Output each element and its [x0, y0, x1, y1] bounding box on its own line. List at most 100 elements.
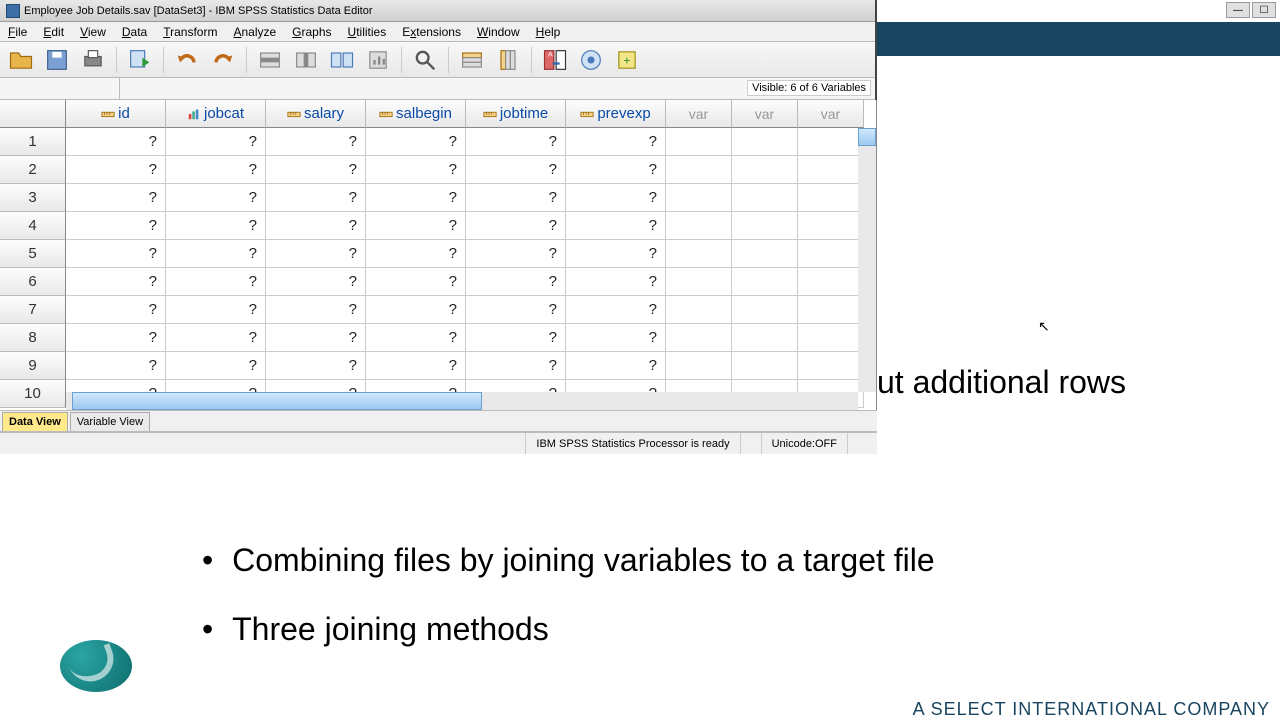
data-cell[interactable] [732, 128, 798, 156]
data-cell[interactable] [732, 184, 798, 212]
data-cell[interactable]: ? [466, 324, 566, 352]
column-header-empty[interactable]: var [732, 100, 798, 128]
data-cell[interactable]: ? [266, 324, 366, 352]
data-cell[interactable] [732, 156, 798, 184]
row-header[interactable]: 2 [0, 156, 66, 184]
row-header[interactable]: 7 [0, 296, 66, 324]
print-button[interactable] [78, 45, 108, 75]
data-cell[interactable]: ? [66, 296, 166, 324]
data-cell[interactable] [798, 184, 864, 212]
data-cell[interactable]: ? [566, 156, 666, 184]
data-cell[interactable]: ? [466, 268, 566, 296]
insert-cases-button[interactable] [457, 45, 487, 75]
column-header-id[interactable]: id [66, 100, 166, 128]
insert-variable-button[interactable] [493, 45, 523, 75]
find-button[interactable] [410, 45, 440, 75]
data-cell[interactable]: ? [566, 128, 666, 156]
data-cell[interactable]: ? [366, 184, 466, 212]
menu-graphs[interactable]: Graphs [284, 23, 339, 41]
data-cell[interactable]: ? [566, 240, 666, 268]
menu-utilities[interactable]: Utilities [340, 23, 395, 41]
data-cell[interactable]: ? [566, 268, 666, 296]
data-cell[interactable] [732, 324, 798, 352]
minimize-button[interactable]: — [1226, 2, 1250, 18]
data-cell[interactable] [666, 268, 732, 296]
split-file-button[interactable]: A [540, 45, 570, 75]
run-descriptives-button[interactable] [363, 45, 393, 75]
maximize-button[interactable]: ☐ [1252, 2, 1276, 18]
data-cell[interactable] [798, 324, 864, 352]
data-cell[interactable]: ? [366, 212, 466, 240]
data-cell[interactable]: ? [466, 296, 566, 324]
column-header-salary[interactable]: salary [266, 100, 366, 128]
data-cell[interactable] [666, 128, 732, 156]
data-cell[interactable]: ? [366, 296, 466, 324]
column-header-jobcat[interactable]: jobcat [166, 100, 266, 128]
redo-button[interactable] [208, 45, 238, 75]
data-cell[interactable]: ? [366, 268, 466, 296]
data-cell[interactable]: ? [66, 128, 166, 156]
column-header-empty[interactable]: var [798, 100, 864, 128]
menu-transform[interactable]: Transform [155, 23, 225, 41]
data-cell[interactable] [732, 240, 798, 268]
data-cell[interactable] [666, 212, 732, 240]
menu-file[interactable]: File [0, 23, 35, 41]
column-header-prevexp[interactable]: prevexp [566, 100, 666, 128]
data-cell[interactable]: ? [366, 156, 466, 184]
data-cell[interactable]: ? [66, 324, 166, 352]
data-cell[interactable]: ? [566, 212, 666, 240]
vertical-scroll-thumb[interactable] [858, 128, 876, 146]
variables-button[interactable] [327, 45, 357, 75]
select-cases-button[interactable]: + [612, 45, 642, 75]
data-cell[interactable]: ? [266, 268, 366, 296]
menu-data[interactable]: Data [114, 23, 155, 41]
data-cell[interactable] [798, 268, 864, 296]
data-cell[interactable]: ? [366, 240, 466, 268]
data-cell[interactable]: ? [266, 240, 366, 268]
data-cell[interactable]: ? [366, 324, 466, 352]
open-file-button[interactable] [6, 45, 36, 75]
data-cell[interactable]: ? [166, 128, 266, 156]
menu-view[interactable]: View [72, 23, 114, 41]
row-header[interactable]: 3 [0, 184, 66, 212]
data-cell[interactable]: ? [66, 268, 166, 296]
data-cell[interactable] [666, 240, 732, 268]
undo-button[interactable] [172, 45, 202, 75]
data-cell[interactable]: ? [66, 156, 166, 184]
save-button[interactable] [42, 45, 72, 75]
data-cell[interactable]: ? [166, 240, 266, 268]
data-cell[interactable]: ? [66, 212, 166, 240]
data-cell[interactable]: ? [266, 296, 366, 324]
data-cell[interactable]: ? [466, 184, 566, 212]
weight-cases-button[interactable] [576, 45, 606, 75]
data-cell[interactable]: ? [266, 212, 366, 240]
data-cell[interactable]: ? [566, 184, 666, 212]
recall-dialog-button[interactable] [125, 45, 155, 75]
data-cell[interactable] [798, 212, 864, 240]
row-header[interactable]: 5 [0, 240, 66, 268]
data-cell[interactable] [798, 128, 864, 156]
data-cell[interactable] [798, 296, 864, 324]
row-header[interactable]: 8 [0, 324, 66, 352]
row-header[interactable]: 4 [0, 212, 66, 240]
data-cell[interactable]: ? [366, 128, 466, 156]
row-header[interactable]: 6 [0, 268, 66, 296]
data-cell[interactable]: ? [166, 184, 266, 212]
data-cell[interactable]: ? [166, 296, 266, 324]
data-cell[interactable]: ? [566, 324, 666, 352]
data-cell[interactable]: ? [166, 324, 266, 352]
data-cell[interactable] [732, 296, 798, 324]
data-cell[interactable] [732, 212, 798, 240]
column-header-empty[interactable]: var [666, 100, 732, 128]
data-cell[interactable]: ? [266, 156, 366, 184]
data-cell[interactable]: ? [166, 268, 266, 296]
goto-case-button[interactable] [255, 45, 285, 75]
row-header[interactable]: 1 [0, 128, 66, 156]
menu-help[interactable]: Help [528, 23, 569, 41]
data-cell[interactable] [666, 296, 732, 324]
data-cell[interactable]: ? [566, 296, 666, 324]
column-header-salbegin[interactable]: salbegin [366, 100, 466, 128]
data-cell[interactable]: ? [266, 184, 366, 212]
name-box[interactable] [0, 78, 120, 99]
data-cell[interactable] [798, 240, 864, 268]
